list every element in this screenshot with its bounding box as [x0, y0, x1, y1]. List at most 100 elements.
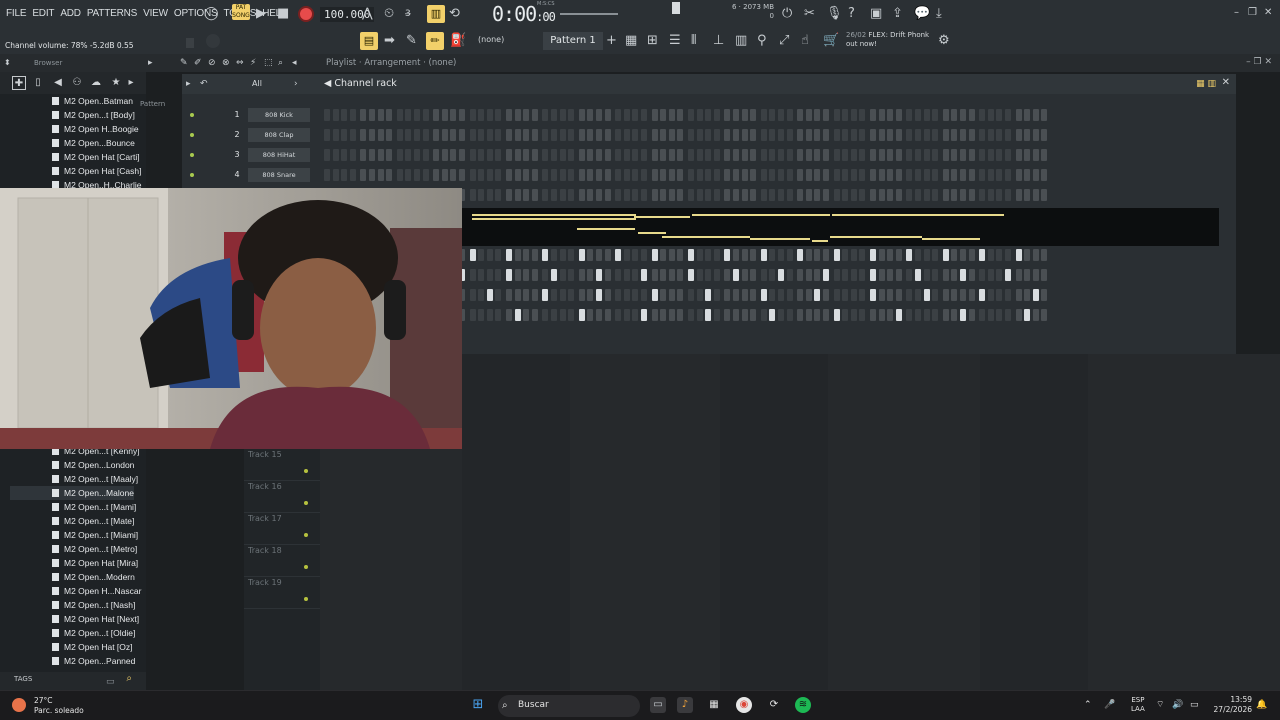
step-button[interactable]	[696, 109, 703, 121]
step-button[interactable]	[486, 269, 493, 281]
step-button[interactable]	[923, 249, 930, 261]
step-button[interactable]	[733, 269, 739, 281]
step-button[interactable]	[677, 169, 684, 181]
step-button[interactable]	[724, 169, 731, 181]
step-button[interactable]	[741, 269, 748, 281]
wait-icon[interactable]: ⏲	[384, 6, 394, 22]
step-button[interactable]	[568, 269, 575, 281]
step-button[interactable]	[615, 169, 622, 181]
step-button[interactable]	[632, 169, 639, 181]
step-button[interactable]	[531, 109, 538, 121]
step-button[interactable]	[878, 129, 885, 141]
step-button[interactable]	[495, 149, 502, 161]
playlist-arrow-icon[interactable]: ▸	[148, 55, 153, 71]
step-button[interactable]	[833, 129, 840, 141]
step-button[interactable]	[478, 109, 485, 121]
delete-tool-icon[interactable]: ⊘	[208, 55, 216, 71]
step-button[interactable]	[942, 129, 949, 141]
step-button[interactable]	[942, 289, 949, 301]
news-panel[interactable]: 26/02 FLEX: Drift Phonk out now!	[846, 31, 929, 49]
step-button[interactable]	[741, 129, 748, 141]
step-button[interactable]	[486, 289, 493, 301]
playlist-breadcrumb[interactable]: Playlist · Arrangement · (none)	[326, 58, 456, 68]
step-button[interactable]	[769, 129, 776, 141]
step-button[interactable]	[705, 169, 712, 181]
step-button[interactable]	[469, 269, 476, 281]
step-button[interactable]	[906, 249, 913, 261]
step-button[interactable]	[724, 309, 731, 321]
step-button[interactable]	[677, 109, 684, 121]
browser-item[interactable]: M2 Open Hat [Mira]	[52, 556, 138, 570]
browser-forward-icon[interactable]: ▸	[124, 76, 138, 90]
step-button[interactable]	[377, 109, 384, 121]
battery-icon[interactable]: ▭	[1190, 697, 1199, 713]
step-button[interactable]	[523, 149, 530, 161]
step-button[interactable]	[506, 289, 512, 301]
piano-roll-icon[interactable]: ☰	[669, 33, 681, 49]
step-button[interactable]	[523, 109, 530, 121]
step-button[interactable]	[859, 309, 866, 321]
step-button[interactable]	[942, 109, 949, 121]
step-button[interactable]	[870, 309, 876, 321]
step-button[interactable]	[724, 129, 731, 141]
notification-icon[interactable]: 🔔	[1256, 697, 1267, 713]
browser-item[interactable]: M2 Open Hat [Oz]	[52, 640, 133, 654]
track-label[interactable]: Track 17	[248, 514, 282, 523]
step-button[interactable]	[960, 169, 966, 181]
step-button[interactable]	[696, 289, 703, 301]
step-button[interactable]	[942, 249, 949, 261]
step-button[interactable]	[724, 109, 731, 121]
system-clock[interactable]: 13:59 27/2/2026	[1212, 695, 1252, 715]
step-button[interactable]	[396, 129, 403, 141]
slice-tool-icon[interactable]: ⚡	[250, 55, 256, 71]
step-button[interactable]	[996, 169, 1003, 181]
step-button[interactable]	[778, 269, 784, 281]
step-button[interactable]	[778, 109, 784, 121]
step-button[interactable]	[677, 129, 684, 141]
step-button[interactable]	[604, 109, 611, 121]
rack-arrow-icon[interactable]: ▸	[186, 76, 191, 92]
step-button[interactable]	[923, 149, 930, 161]
step-button[interactable]	[405, 129, 412, 141]
step-button[interactable]	[551, 109, 557, 121]
step-button[interactable]	[1024, 109, 1031, 121]
step-button[interactable]	[587, 249, 594, 261]
step-button[interactable]	[542, 249, 549, 261]
weather-widget[interactable]: 27°C Parc. soleado	[34, 696, 84, 716]
countdown-icon[interactable]: 3̶	[405, 6, 411, 22]
step-button[interactable]	[996, 269, 1003, 281]
step-button[interactable]	[1015, 249, 1022, 261]
maximize-icon[interactable]: ❐	[1248, 5, 1257, 21]
step-button[interactable]	[987, 269, 994, 281]
step-button[interactable]	[696, 269, 703, 281]
step-button[interactable]	[733, 289, 739, 301]
step-button[interactable]	[987, 189, 994, 201]
step-button[interactable]	[805, 289, 812, 301]
step-button[interactable]	[651, 269, 658, 281]
step-button[interactable]	[405, 109, 412, 121]
step-button[interactable]	[760, 189, 767, 201]
step-button[interactable]	[915, 129, 921, 141]
step-button[interactable]	[713, 289, 720, 301]
step-button[interactable]	[951, 109, 958, 121]
step-button[interactable]	[641, 129, 647, 141]
step-button[interactable]	[596, 169, 602, 181]
rack-view-icon[interactable]: ▦ ▥	[1196, 76, 1216, 92]
step-button[interactable]	[514, 129, 521, 141]
step-button[interactable]	[887, 249, 894, 261]
track-mute-led[interactable]	[304, 597, 308, 601]
step-button[interactable]	[932, 249, 939, 261]
menu-view[interactable]: VIEW	[143, 8, 168, 19]
step-button[interactable]	[942, 189, 949, 201]
step-button[interactable]	[797, 129, 804, 141]
step-button[interactable]	[486, 129, 493, 141]
step-button[interactable]	[324, 109, 330, 121]
step-button[interactable]	[842, 129, 849, 141]
step-button[interactable]	[478, 289, 485, 301]
track-label[interactable]: Track 19	[248, 578, 282, 587]
step-button[interactable]	[514, 289, 521, 301]
step-button[interactable]	[677, 149, 684, 161]
browser-item[interactable]: M2 Open...Malone	[10, 486, 134, 500]
step-button[interactable]	[623, 169, 630, 181]
step-button[interactable]	[842, 249, 849, 261]
